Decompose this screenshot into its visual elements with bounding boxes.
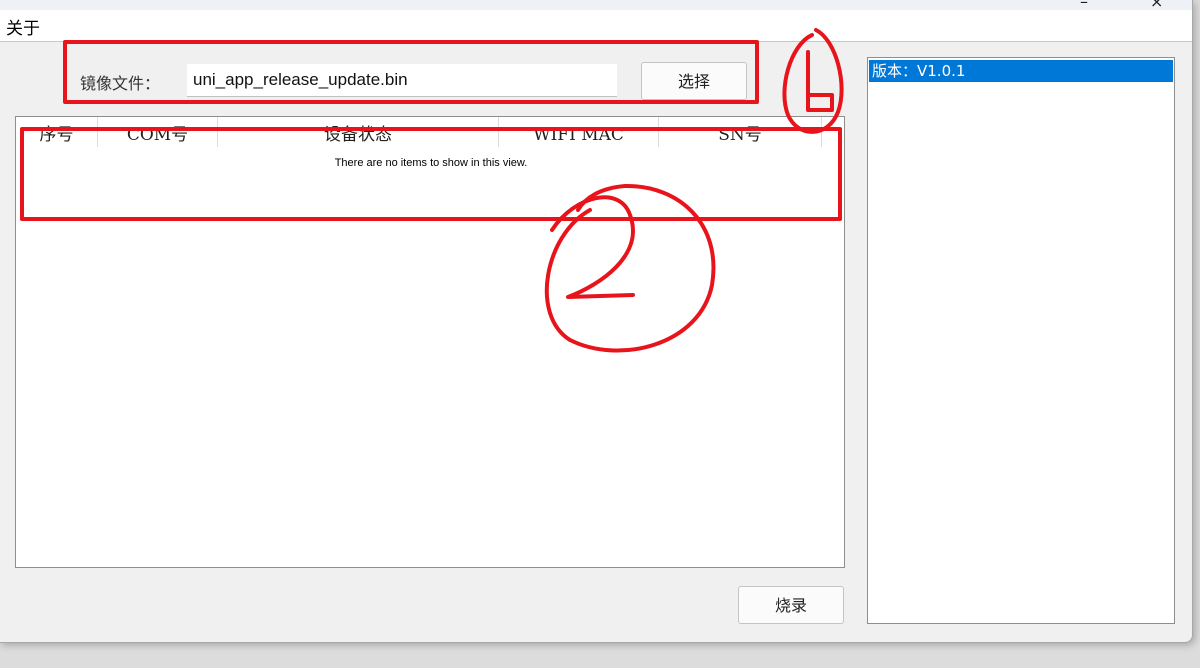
empty-list-message: There are no items to show in this view.	[334, 157, 528, 169]
version-list-item[interactable]: 版本：V1.0.1	[869, 60, 1173, 82]
main-window: – × 关于 镜像文件： 选择 序号 COM号 设备状态 WIFI MAC SN…	[0, 0, 1193, 643]
title-bar: – ×	[0, 0, 1192, 11]
column-header-wifi-mac[interactable]: WIFI MAC	[499, 117, 659, 147]
menu-item-about[interactable]: 关于	[6, 14, 40, 39]
burn-button[interactable]: 烧录	[738, 586, 844, 624]
column-header-status[interactable]: 设备状态	[218, 117, 499, 147]
column-header-sn[interactable]: SN号	[659, 117, 822, 147]
device-list-header: 序号 COM号 设备状态 WIFI MAC SN号	[16, 117, 822, 147]
column-header-com[interactable]: COM号	[98, 117, 218, 147]
device-list-view[interactable]: 序号 COM号 设备状态 WIFI MAC SN号 There are no i…	[15, 116, 845, 568]
column-header-index[interactable]: 序号	[16, 117, 98, 147]
image-file-label: 镜像文件：	[80, 74, 161, 93]
select-button[interactable]: 选择	[641, 62, 747, 100]
version-list[interactable]: 版本：V1.0.1	[867, 57, 1175, 624]
image-file-input[interactable]	[187, 64, 617, 97]
menu-bar: 关于	[0, 10, 1192, 42]
